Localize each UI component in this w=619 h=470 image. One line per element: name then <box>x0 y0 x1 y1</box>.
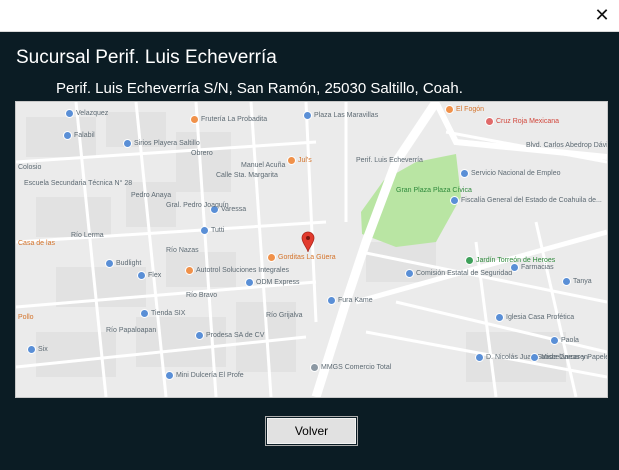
map-poi-icon[interactable] <box>445 105 454 114</box>
map-label: Fiscalía General del Estado de Coahuila … <box>461 197 602 204</box>
map-label: Gorditas La Güera <box>278 254 336 261</box>
map-poi-icon[interactable] <box>495 313 504 322</box>
branch-title: Sucursal Perif. Luis Echeverría <box>16 47 277 68</box>
map-poi-icon[interactable] <box>63 131 72 140</box>
map-label: Velazquez <box>76 110 109 117</box>
map-poi-icon[interactable] <box>190 115 199 124</box>
map-label: Autotrol Soluciones Integrales <box>196 267 289 274</box>
close-icon[interactable]: ✕ <box>585 0 619 31</box>
map-label: Río Nazas <box>166 247 199 254</box>
map-label: Mini Dulcería El Profe <box>176 372 244 379</box>
map-poi-icon[interactable] <box>510 263 519 272</box>
map-label: Frutería La Probadita <box>201 116 268 123</box>
map-poi-icon[interactable] <box>140 309 149 318</box>
map-label: Fura Kame <box>338 297 373 304</box>
map-poi-icon[interactable] <box>405 269 414 278</box>
map-poi-icon[interactable] <box>310 363 319 372</box>
map-poi-icon[interactable] <box>475 353 484 362</box>
map-poi-icon[interactable] <box>287 156 296 165</box>
map-poi-icon[interactable] <box>65 109 74 118</box>
map-poi-icon[interactable] <box>137 271 146 280</box>
map-poi-icon[interactable] <box>185 266 194 275</box>
map-label: Paola <box>561 337 579 344</box>
map-poi-icon[interactable] <box>165 371 174 380</box>
window-titlebar: ✕ <box>0 0 619 32</box>
map-label: Prodesa SA de CV <box>206 332 265 339</box>
map-label: Colosio <box>18 164 42 171</box>
map-label: ODM Express <box>256 279 300 286</box>
map-poi-icon[interactable] <box>530 353 539 362</box>
map-poi-icon[interactable] <box>267 253 276 262</box>
map-label: Misceláneas y Papelería Paloma <box>541 354 607 361</box>
map-poi-icon[interactable] <box>562 277 571 286</box>
map-label: Comisión Estatal de Seguridad <box>416 270 513 277</box>
map-label: Río Lerma <box>71 232 104 239</box>
map-poi-icon[interactable] <box>195 331 204 340</box>
map-poi-icon[interactable] <box>200 226 209 235</box>
map-label: Río Papaloapan <box>106 327 157 334</box>
map-label: Cruz Roja Mexicana <box>496 118 560 125</box>
map-label: Six <box>38 346 48 353</box>
map-label: MMGS Comercio Total <box>321 364 392 371</box>
map-label: Escuela Secundaria Técnica N° 28 <box>24 180 133 187</box>
map-label: Sirios Playera Saltillo <box>134 140 200 147</box>
map-label: Pollo <box>18 314 34 321</box>
map-label: Servicio Nacional de Empleo <box>471 170 561 177</box>
map-label: Casa de las <box>18 240 55 247</box>
volver-button[interactable]: Volver <box>265 416 358 446</box>
map-label: Gran Plaza Plaza Cívica <box>396 187 472 194</box>
map-label: Plaza Las Maravillas <box>314 112 379 119</box>
map-poi-icon[interactable] <box>460 169 469 178</box>
map-label: El Fogón <box>456 106 485 113</box>
map-label: Pedro Anaya <box>131 192 172 199</box>
map-label: Falabil <box>74 132 95 139</box>
map-poi-icon[interactable] <box>327 296 336 305</box>
map-label: Manuel Acuña <box>241 162 286 169</box>
map-label: Calle Sta. Margarita <box>216 172 278 179</box>
map-poi-icon[interactable] <box>105 259 114 268</box>
map-label: Farmacias <box>521 264 554 271</box>
map-label: Iglesia Casa Profética <box>506 314 575 321</box>
map-label: Tutti <box>211 227 225 234</box>
map-poi-icon[interactable] <box>245 278 254 287</box>
map-label: Budlight <box>116 260 142 267</box>
map-label: Jul's <box>298 157 312 164</box>
branch-panel: Sucursal Perif. Luis Echeverría Perif. L… <box>0 32 619 470</box>
map-poi-icon[interactable] <box>465 256 474 265</box>
map-poi-icon[interactable] <box>485 117 494 126</box>
map-label: Blvd. Carlos Abedrop Dávila <box>526 142 607 149</box>
map-label: Río Bravo <box>186 292 218 299</box>
map-poi-icon[interactable] <box>550 336 559 345</box>
map-label: Flex <box>148 272 162 279</box>
map-poi-icon[interactable] <box>27 345 36 354</box>
map-label: Obrero <box>191 150 213 157</box>
map-poi-icon[interactable] <box>450 196 459 205</box>
map-label: Gral. Pedro Joaquín <box>166 202 229 209</box>
map-label: Perif. Luis Echeverría <box>356 157 423 164</box>
map-label: Tanya <box>573 278 592 285</box>
map-poi-icon[interactable] <box>123 139 132 148</box>
map-label: Tienda SIX <box>151 310 186 317</box>
map-streets <box>16 102 607 397</box>
map-label: Río Grijalva <box>266 312 303 319</box>
branch-address: Perif. Luis Echeverría S/N, San Ramón, 2… <box>56 80 463 97</box>
map-poi-icon[interactable] <box>303 111 312 120</box>
map-view[interactable]: Velazquez Frutería La Probadita Falabil Sir… <box>15 101 608 398</box>
